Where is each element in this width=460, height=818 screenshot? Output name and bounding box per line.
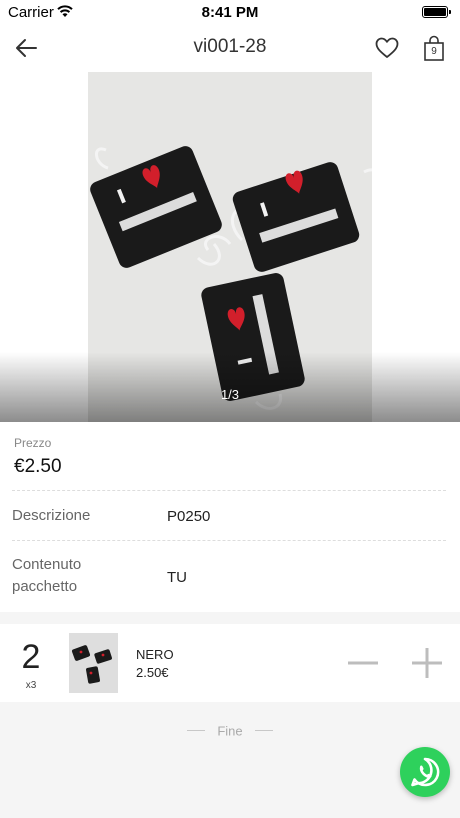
- image-page-indicator: 1/3: [220, 387, 240, 402]
- variant-thumbnail: [69, 633, 118, 693]
- end-line-right: [255, 730, 274, 732]
- navigation-bar: vi001-28 9: [0, 24, 460, 72]
- divider: [12, 540, 446, 541]
- battery-icon: [422, 6, 451, 18]
- cart-count-badge: 9: [431, 46, 437, 57]
- description-value: P0250: [167, 508, 211, 525]
- product-image-gallery[interactable]: 1/3: [0, 72, 460, 422]
- variant-price: 2.50€: [136, 665, 169, 680]
- pack-multiplier: x3: [25, 680, 37, 691]
- divider: [12, 490, 446, 491]
- package-content-label: Contenuto pacchetto: [12, 556, 82, 595]
- heart-icon[interactable]: [374, 35, 400, 61]
- decrease-quantity-button[interactable]: [343, 646, 381, 680]
- end-line-left: [186, 730, 205, 732]
- whatsapp-button[interactable]: [400, 747, 450, 797]
- clock: 8:41 PM: [201, 4, 259, 21]
- variant-row: 2 x3 NERO 2.50€: [0, 624, 460, 702]
- description-label: Descrizione: [12, 507, 91, 524]
- package-content-value: TU: [167, 569, 187, 586]
- back-arrow-icon[interactable]: [12, 34, 40, 62]
- price-value: €2.50: [14, 456, 62, 477]
- status-bar: Carrier 8:41 PM: [0, 0, 460, 24]
- quantity-value: 2: [21, 638, 41, 676]
- end-of-list: Fine: [0, 722, 460, 740]
- end-text: Fine: [217, 723, 243, 739]
- increase-quantity-button[interactable]: [408, 646, 446, 680]
- whatsapp-icon: [411, 757, 440, 787]
- variant-color-name: NERO: [136, 647, 174, 662]
- shopping-bag-button[interactable]: 9: [423, 34, 445, 62]
- product-info-card: Prezzo €2.50 Descrizione P0250 Contenuto…: [0, 422, 460, 612]
- price-label: Prezzo: [14, 436, 52, 450]
